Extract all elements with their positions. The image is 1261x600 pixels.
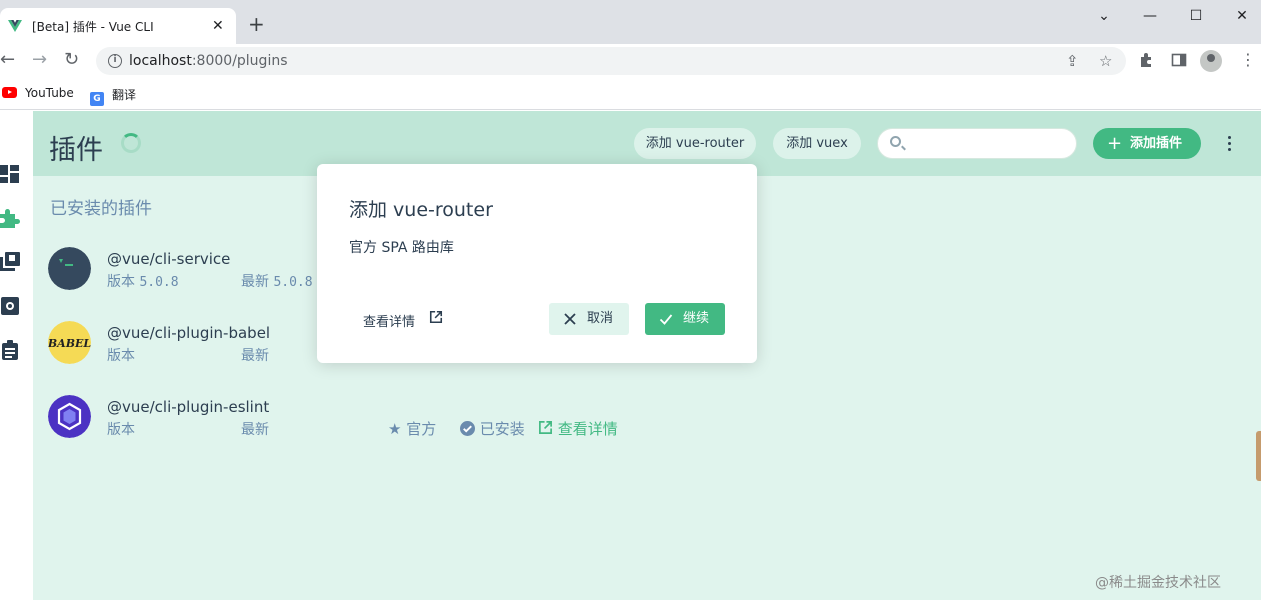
- check-circle-icon: [460, 421, 475, 436]
- extensions-icon[interactable]: [1139, 52, 1155, 68]
- side-panel-icon[interactable]: [1171, 52, 1187, 68]
- plugin-row-eslint[interactable]: @vue/cli-plugin-eslint 版本 最新 ★ 官方 已安装 查看…: [48, 395, 848, 443]
- plugin-version: 版本: [107, 422, 135, 438]
- add-vue-router-button[interactable]: 添加 vue-router: [634, 128, 756, 159]
- youtube-icon: [2, 87, 17, 98]
- clipboard-icon[interactable]: [0, 340, 20, 360]
- check-icon: [659, 314, 673, 325]
- plugin-latest: 最新: [241, 422, 269, 438]
- browser-menu-icon[interactable]: ⋮: [1240, 50, 1256, 69]
- continue-button[interactable]: 继续: [645, 303, 725, 335]
- plus-icon: +: [1107, 133, 1123, 154]
- browser-tab[interactable]: [Beta] 插件 - Vue CLI ✕: [0, 8, 236, 44]
- more-info-link[interactable]: 查看详情: [363, 310, 443, 330]
- puzzle-icon[interactable]: [0, 208, 20, 228]
- add-plugin-dialog: 添加 vue-router 官方 SPA 路由库 查看详情 取消 继续: [317, 164, 757, 363]
- add-vuex-button[interactable]: 添加 vuex: [773, 128, 861, 159]
- back-icon[interactable]: ←: [0, 50, 15, 70]
- url-text[interactable]: localhost:8000/plugins: [129, 53, 288, 69]
- cancel-button[interactable]: 取消: [549, 303, 629, 335]
- search-field[interactable]: [877, 128, 1077, 159]
- reload-icon[interactable]: ↻: [64, 50, 79, 70]
- bookmark-star-icon[interactable]: ☆: [1099, 52, 1112, 70]
- babel-logo-icon: BABEL: [48, 321, 91, 364]
- eslint-logo-icon: [48, 395, 91, 438]
- plugin-latest: 最新 5.0.8: [241, 274, 313, 290]
- maximize-icon[interactable]: ☐: [1173, 4, 1219, 28]
- sidebar: [0, 111, 33, 600]
- tab-search-icon[interactable]: ⌄: [1081, 4, 1127, 28]
- plugin-name: @vue/cli-plugin-eslint: [107, 398, 270, 416]
- forward-icon[interactable]: →: [32, 50, 47, 70]
- search-input[interactable]: [910, 133, 1070, 155]
- page-title: 插件: [49, 135, 103, 166]
- bookmark-translate[interactable]: G 翻译: [90, 86, 136, 106]
- watermark: @稀土掘金技术社区: [1095, 575, 1221, 591]
- search-icon: [890, 136, 901, 147]
- new-tab-icon[interactable]: +: [248, 14, 265, 34]
- dashboard-icon[interactable]: [0, 164, 20, 184]
- library-icon[interactable]: [0, 252, 20, 272]
- close-icon: [564, 313, 576, 325]
- scroll-handle[interactable]: [1256, 431, 1261, 481]
- browser-tab-bar: [Beta] 插件 - Vue CLI ✕ + ⌄ — ☐ ✕: [0, 0, 1261, 44]
- loading-spinner-icon: [121, 133, 141, 153]
- cli-service-logo-icon: [48, 247, 91, 290]
- external-link-icon: [539, 421, 552, 434]
- bookmark-youtube[interactable]: YouTube: [2, 86, 74, 100]
- browser-toolbar: ← → ↻ i localhost:8000/plugins ⇪ ☆ ⋮: [0, 44, 1261, 78]
- view-details-link[interactable]: 查看详情: [538, 418, 618, 439]
- external-link-icon: [429, 310, 443, 324]
- plugin-latest: 最新: [241, 348, 269, 364]
- add-plugin-button[interactable]: + 添加插件: [1093, 128, 1201, 159]
- site-info-icon[interactable]: i: [108, 54, 122, 68]
- profile-avatar[interactable]: [1200, 50, 1222, 72]
- star-icon: ★: [388, 420, 402, 438]
- bookmarks-bar: YouTube G 翻译: [0, 78, 1261, 110]
- plugin-name: @vue/cli-plugin-babel: [107, 324, 271, 342]
- google-translate-icon: G: [90, 92, 104, 106]
- minimize-icon[interactable]: —: [1127, 4, 1173, 28]
- plugin-version: 版本: [107, 348, 135, 364]
- more-options-icon[interactable]: [1225, 133, 1233, 155]
- svg-text:BABEL: BABEL: [48, 337, 91, 350]
- official-badge: ★ 官方: [388, 420, 437, 438]
- dialog-title: 添加 vue-router: [349, 199, 493, 221]
- dialog-description: 官方 SPA 路由库: [349, 240, 454, 256]
- plugin-version: 版本 5.0.8: [107, 274, 179, 290]
- share-icon[interactable]: ⇪: [1066, 52, 1079, 70]
- plugin-name: @vue/cli-service: [107, 250, 231, 268]
- installed-badge: 已安装: [460, 418, 525, 439]
- close-window-icon[interactable]: ✕: [1219, 4, 1261, 28]
- settings-icon[interactable]: [0, 296, 20, 316]
- vue-logo-icon: [8, 20, 22, 32]
- tab-title: [Beta] 插件 - Vue CLI: [32, 20, 154, 34]
- address-bar[interactable]: i localhost:8000/plugins ⇪ ☆: [96, 47, 1126, 75]
- close-tab-icon[interactable]: ✕: [212, 17, 224, 35]
- section-title: 已安装的插件: [50, 199, 152, 219]
